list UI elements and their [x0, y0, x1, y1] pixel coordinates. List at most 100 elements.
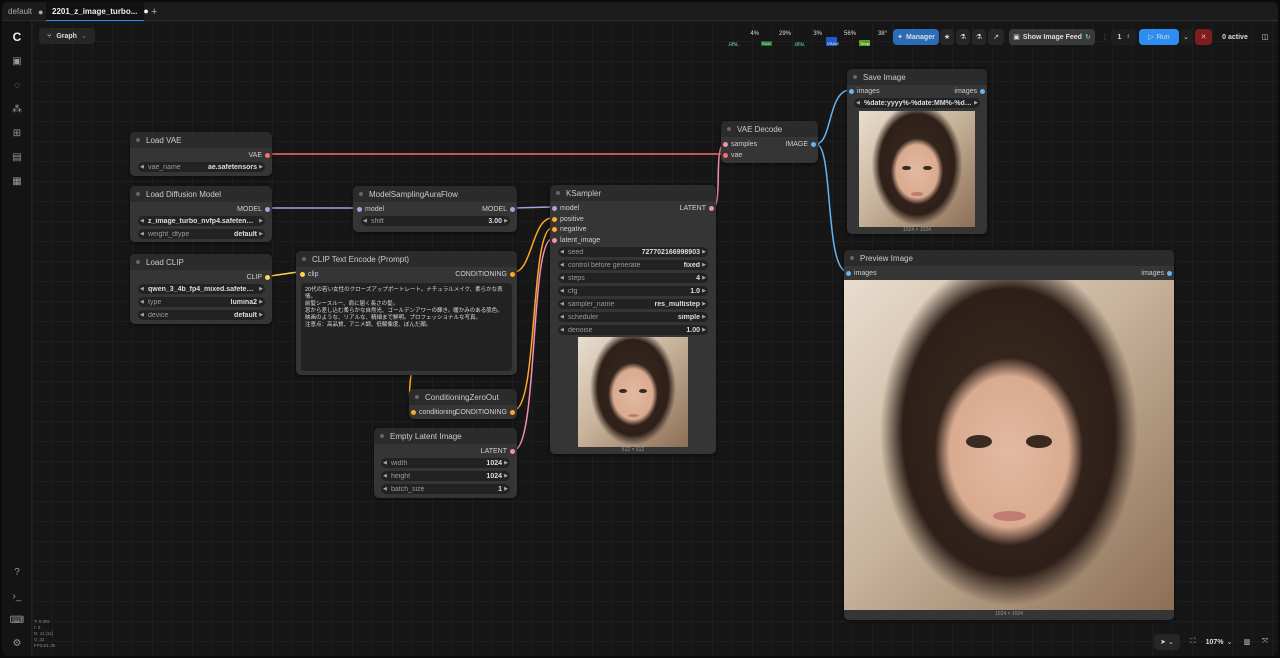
history-icon[interactable]: ◌: [9, 77, 25, 93]
help-icon[interactable]: ?: [9, 564, 25, 580]
node-model-sampling-auraflow[interactable]: ModelSamplingAuraFlow model MODEL shift …: [353, 186, 517, 232]
widget-label: width: [391, 459, 408, 467]
output-pin-image[interactable]: [811, 142, 816, 147]
output-pin-conditioning[interactable]: [510, 272, 515, 277]
terminal-icon[interactable]: ›_: [9, 588, 25, 604]
height-widget[interactable]: height 1024: [381, 471, 510, 481]
control-before-generate-widget[interactable]: control before generate fixed: [558, 260, 708, 270]
input-pin-samples[interactable]: [723, 142, 728, 147]
node-clip-text-encode[interactable]: CLIP Text Encode (Prompt) clip CONDITION…: [296, 251, 517, 375]
cfg-widget[interactable]: cfg 1.0: [558, 286, 708, 296]
graph-label: Graph: [56, 32, 77, 40]
node-load-clip[interactable]: Load CLIP CLIP qwen_3_4b_fp4_mixed.safet…: [130, 254, 272, 324]
link-visibility-icon[interactable]: ⤧: [1257, 634, 1273, 650]
output-pin-model[interactable]: [510, 207, 515, 212]
input-pin-negative[interactable]: [552, 227, 557, 232]
run-options-chevron-icon[interactable]: ⌄: [1180, 29, 1192, 45]
node-ksampler[interactable]: KSampler model positive negative latent_…: [550, 185, 716, 454]
model-library-icon[interactable]: ⁂: [9, 101, 25, 117]
new-tab-button[interactable]: +: [145, 2, 163, 21]
output-pin-images[interactable]: [1167, 271, 1172, 276]
clip-device-widget[interactable]: device default: [138, 310, 265, 320]
output-pin-clip[interactable]: [265, 275, 270, 280]
zoom-control[interactable]: 107% ⌄: [1202, 634, 1236, 650]
output-pin-model[interactable]: [265, 207, 270, 212]
input-pin-clip[interactable]: [300, 272, 305, 277]
node-conditioning-zero-out[interactable]: ConditioningZeroOut conditioning CONDITI…: [409, 389, 517, 419]
input-pin-positive[interactable]: [552, 217, 557, 222]
clip-type-widget[interactable]: type lumina2: [138, 297, 265, 307]
images-icon[interactable]: ▣: [9, 53, 25, 69]
prompt-textarea[interactable]: 20代の若い女性のクローズアップポートレート。ナチュラルメイク、柔らかな表情。 …: [301, 283, 512, 371]
input-label: images: [857, 88, 880, 95]
node-load-vae[interactable]: Load VAE VAE vae_name ae.safetensors: [130, 132, 272, 176]
manager-button[interactable]: ✦ Manager: [893, 29, 939, 45]
panel-toggle-icon[interactable]: ◫: [1257, 29, 1273, 45]
output-label: LATENT: [480, 448, 507, 455]
input-pin-latent-image[interactable]: [552, 238, 557, 243]
output-pin-latent[interactable]: [510, 449, 515, 454]
widget-value: simple: [677, 313, 700, 321]
workflows-icon[interactable]: ▤: [9, 149, 25, 165]
node-preview-image[interactable]: Preview Image images images 1024 × 1024: [844, 250, 1174, 620]
node-load-diffusion-model[interactable]: Load Diffusion Model MODEL z_image_turbo…: [130, 186, 272, 242]
input-pin-images[interactable]: [846, 271, 851, 276]
widget-label: device: [148, 311, 169, 319]
keyboard-icon[interactable]: ⌨: [9, 612, 25, 628]
weight-dtype-widget[interactable]: weight_dtype default: [138, 229, 265, 239]
input-pin-vae[interactable]: [723, 153, 728, 158]
clip-name-widget[interactable]: qwen_3_4b_fp4_mixed.safeten ...: [138, 284, 265, 294]
node-empty-latent-image[interactable]: Empty Latent Image LATENT width 1024 hei…: [374, 428, 517, 498]
filename-prefix-widget[interactable]: %date:yyyy%-%date:MM%-%dat ...: [854, 98, 980, 108]
select-tool-icon[interactable]: ➤ ⌄: [1154, 634, 1180, 650]
sampler-name-widget[interactable]: sampler_name res_multistep: [558, 299, 708, 309]
node-vae-decode[interactable]: VAE Decode samples vae IMAGE: [721, 121, 818, 163]
puzzle-icon: ✦: [897, 34, 904, 41]
width-widget[interactable]: width 1024: [381, 458, 510, 468]
batch-size-widget[interactable]: batch_size 1: [381, 484, 510, 494]
node-title: Save Image: [847, 69, 987, 85]
flask-icon[interactable]: ⚗: [956, 29, 970, 45]
flask-alt-icon[interactable]: ⚗: [972, 29, 986, 45]
tab-default[interactable]: default ●: [2, 2, 46, 21]
unet-name-widget[interactable]: z_image_turbo_nvfp4.safetens ...: [138, 216, 265, 226]
comfy-logo-icon[interactable]: C: [9, 29, 25, 45]
shift-widget[interactable]: shift 3.00: [361, 216, 510, 226]
minimap-icon[interactable]: ▥: [1239, 634, 1255, 650]
input-label: samples: [731, 141, 758, 148]
output-pin-vae[interactable]: [265, 153, 270, 158]
drag-handle-icon[interactable]: ⋮: [1101, 29, 1109, 45]
steps-widget[interactable]: steps 4: [558, 273, 708, 283]
meter-name: VRAM: [827, 41, 839, 46]
active-queue-button[interactable]: 0 active: [1215, 29, 1255, 45]
templates-icon[interactable]: ▦: [9, 173, 25, 189]
widget-label: cfg: [568, 287, 578, 295]
show-image-feed-button[interactable]: ▣ Show Image Feed ↻: [1009, 29, 1095, 45]
star-icon[interactable]: ★: [940, 29, 954, 45]
run-button[interactable]: ▷ Run: [1139, 29, 1179, 45]
input-pin-model[interactable]: [552, 206, 557, 211]
input-pin-conditioning[interactable]: [411, 410, 416, 415]
stat-fps: FPS:61.35: [34, 643, 56, 648]
node-title: Preview Image: [844, 250, 1174, 266]
seed-widget[interactable]: seed 727702166998903: [558, 247, 708, 257]
tab-workflow[interactable]: 2201_z_image_turbo... ●: [46, 2, 149, 21]
denoise-widget[interactable]: denoise 1.00: [558, 325, 708, 335]
fit-view-icon[interactable]: ⛶: [1185, 634, 1201, 650]
cancel-icon[interactable]: ✕: [1195, 29, 1212, 45]
share-icon[interactable]: ↗: [988, 29, 1004, 45]
node-save-image[interactable]: Save Image images images %date:yyyy%-%da…: [847, 69, 987, 234]
scheduler-widget[interactable]: scheduler simple: [558, 312, 708, 322]
vae-name-widget[interactable]: vae_name ae.safetensors: [138, 162, 265, 172]
node-library-icon[interactable]: ⊞: [9, 125, 25, 141]
input-pin-images[interactable]: [849, 89, 854, 94]
settings-gear-icon[interactable]: ⚙: [9, 635, 25, 651]
output-label: images: [954, 88, 977, 95]
queue-count-stepper[interactable]: 1 ⇕: [1111, 29, 1137, 45]
output-pin-latent[interactable]: [709, 206, 714, 211]
output-pin-conditioning[interactable]: [510, 410, 515, 415]
output-label: VAE: [248, 152, 263, 159]
output-pin-images[interactable]: [980, 89, 985, 94]
input-pin-model[interactable]: [357, 207, 362, 212]
graph-mode-button[interactable]: ⑂ Graph ⌄: [39, 28, 95, 44]
